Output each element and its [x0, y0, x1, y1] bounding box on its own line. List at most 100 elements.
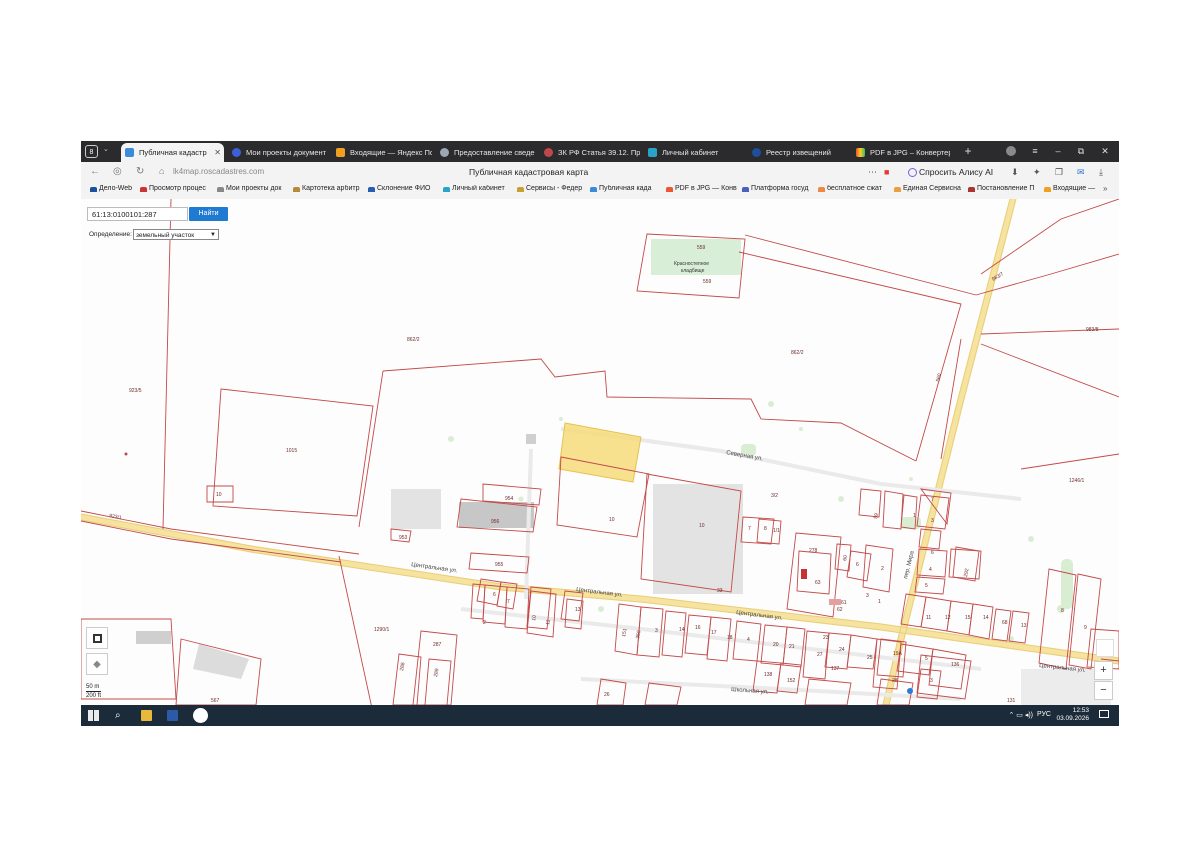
cadastral-number-search-input[interactable]: 61:13:0100101:287: [87, 207, 188, 221]
search-icon[interactable]: ⌕: [115, 710, 126, 721]
parcel-label: 10: [609, 517, 615, 523]
tab-provision-info[interactable]: Предоставление сведе: [436, 143, 536, 162]
tab-yandex-mail[interactable]: Входящие — Яндекс По: [332, 143, 432, 162]
layers-toggle-button[interactable]: [86, 627, 108, 649]
url-field[interactable]: lk4map.roscadastres.com: [173, 167, 264, 176]
notifications-icon[interactable]: [1099, 710, 1109, 718]
bookmark-item[interactable]: Просмотр процес: [139, 185, 219, 192]
cadastral-map[interactable]: Северная ул. Центральная ул. Центральная…: [81, 199, 1119, 705]
tab-personal-account[interactable]: Личный кабинет: [644, 143, 744, 162]
bookmark-item[interactable]: Склонение ФИО: [367, 185, 445, 192]
shield-icon[interactable]: ◎: [113, 166, 122, 177]
tab-pdf-to-jpg[interactable]: PDF в JPG – Конвертер: [852, 143, 950, 162]
tab-label: ЗК РФ Статья 39.12. Про: [558, 148, 640, 157]
tab-label: Предоставление сведе: [454, 148, 535, 157]
extensions-icon[interactable]: ✦: [1033, 167, 1041, 178]
bookmark-item[interactable]: Мои проекты док: [216, 185, 296, 192]
map-canvas[interactable]: Северная ул. Центральная ул. Центральная…: [81, 199, 1119, 705]
input-language[interactable]: РУС: [1037, 711, 1051, 718]
scale-bar: 50 m 200 ft: [86, 683, 102, 700]
parcel-label: 8: [1061, 608, 1064, 614]
close-window-icon[interactable]: ✕: [1094, 141, 1116, 162]
download-icon[interactable]: ⬇: [1011, 167, 1019, 178]
tab-land-code[interactable]: ЗК РФ Статья 39.12. Про: [540, 143, 640, 162]
bookmark-item[interactable]: бесплатное сжат: [817, 185, 897, 192]
bookmark-item[interactable]: Единая Сервисна: [893, 185, 973, 192]
zoom-out-button[interactable]: −: [1094, 681, 1113, 700]
clock[interactable]: 12:53 03.09.2026: [1056, 707, 1089, 723]
bookmark-item[interactable]: Публичная када: [589, 185, 669, 192]
mail-icon[interactable]: ✉: [1077, 167, 1085, 178]
definition-select[interactable]: земельный участок ▼: [133, 229, 219, 240]
bookmark-item[interactable]: Дело-Web: [89, 185, 145, 192]
parcel-label: 288: [399, 662, 406, 671]
tab-bar: 8 ⌄ Публичная кадастр ✕ Мои проекты доку…: [81, 141, 1119, 162]
bookmark-item[interactable]: Входящие —: [1043, 185, 1105, 192]
bookmark-item[interactable]: Платформа госуд: [741, 185, 821, 192]
find-button[interactable]: Найти: [189, 207, 228, 221]
tab-notices-registry[interactable]: Реестр извещений: [748, 143, 848, 162]
reload-icon[interactable]: ↻: [136, 166, 144, 177]
lock-icon[interactable]: ⌂: [159, 166, 164, 176]
square-icon: [92, 633, 102, 643]
parcel-label: 33: [717, 588, 723, 594]
tabs-menu-chevron-icon[interactable]: ⌄: [103, 145, 109, 153]
parcel-label: 953: [399, 535, 408, 541]
parcel-label: 151: [621, 628, 628, 637]
clock-time: 12:53: [1072, 707, 1089, 714]
back-icon[interactable]: ←: [90, 166, 100, 177]
file-explorer-icon[interactable]: [141, 710, 152, 721]
profile-avatar[interactable]: [1006, 146, 1016, 156]
downloads-icon[interactable]: ⤓: [1099, 167, 1103, 178]
tab-label: Публичная кадастр: [139, 148, 207, 157]
ilovepdf-icon: [856, 148, 865, 157]
definition-selected-value: земельный участок: [136, 232, 195, 239]
parcel-label: 6: [493, 592, 496, 598]
close-tab-icon[interactable]: ✕: [214, 143, 221, 162]
layers-icon: ◆: [93, 659, 101, 670]
zoom-in-button[interactable]: +: [1094, 661, 1113, 680]
more-bookmarks-icon[interactable]: »: [1103, 184, 1107, 193]
new-tab-button[interactable]: +: [957, 141, 979, 162]
bookmark-item[interactable]: Сервисы - Федер: [516, 185, 596, 192]
tab-public-cadastral-map[interactable]: Публичная кадастр ✕: [121, 143, 224, 162]
parcel-label: 25: [867, 655, 873, 661]
parcel-label: 559: [697, 245, 706, 251]
tray-icons[interactable]: ⌃ ▭ ◂)): [1008, 711, 1033, 719]
tab-count-badge[interactable]: 8: [85, 145, 98, 158]
windows-start-icon[interactable]: [88, 710, 99, 721]
roscadastre-icon: [125, 148, 134, 157]
cemetery-name: Красностепное: [674, 261, 709, 267]
bookmark-item[interactable]: Постановление П: [967, 185, 1047, 192]
more-icon[interactable]: ⋯: [868, 167, 877, 178]
word-icon[interactable]: [167, 710, 178, 721]
parcel-label: 862/2: [791, 350, 804, 356]
parcel-label: 1290/1: [374, 627, 390, 633]
bookmark-item[interactable]: Личный кабинет: [442, 185, 522, 192]
basemap-layers-button[interactable]: ◆: [86, 653, 108, 675]
parcel-label: 7: [748, 526, 751, 532]
site-icon: [232, 148, 241, 157]
map-panel-handle[interactable]: [1096, 639, 1114, 657]
parcel-label: 11: [926, 615, 931, 621]
yandex-browser-icon[interactable]: [193, 708, 208, 723]
bookmark-item[interactable]: Картотека арбитр: [292, 185, 372, 192]
parcel-label: 8: [764, 526, 767, 532]
browser-menu-icon[interactable]: ≡: [1024, 141, 1046, 162]
parcel-label: 2: [881, 566, 884, 572]
minimize-icon[interactable]: –: [1047, 141, 1069, 162]
parcel-label: 62: [837, 607, 843, 613]
collections-icon[interactable]: ❐: [1055, 167, 1063, 178]
parcel-label: 7: [507, 599, 510, 605]
parcel-label: 292: [963, 568, 970, 577]
bookmark-item[interactable]: PDF в JPG — Конв: [665, 185, 745, 192]
tab-my-projects[interactable]: Мои проекты документ: [228, 143, 328, 162]
ask-alisa-button[interactable]: Спросить Алису AI: [905, 165, 997, 179]
restore-icon[interactable]: ⧉: [1070, 141, 1092, 162]
parcel-label: 19А: [893, 651, 903, 657]
parcel-label: 278: [809, 548, 818, 554]
parcel-label: 10: [216, 492, 222, 498]
parcel-label: 14: [983, 615, 989, 621]
bookmark-icon[interactable]: ■: [884, 167, 889, 177]
parcel-label: 983/8: [1086, 327, 1099, 333]
